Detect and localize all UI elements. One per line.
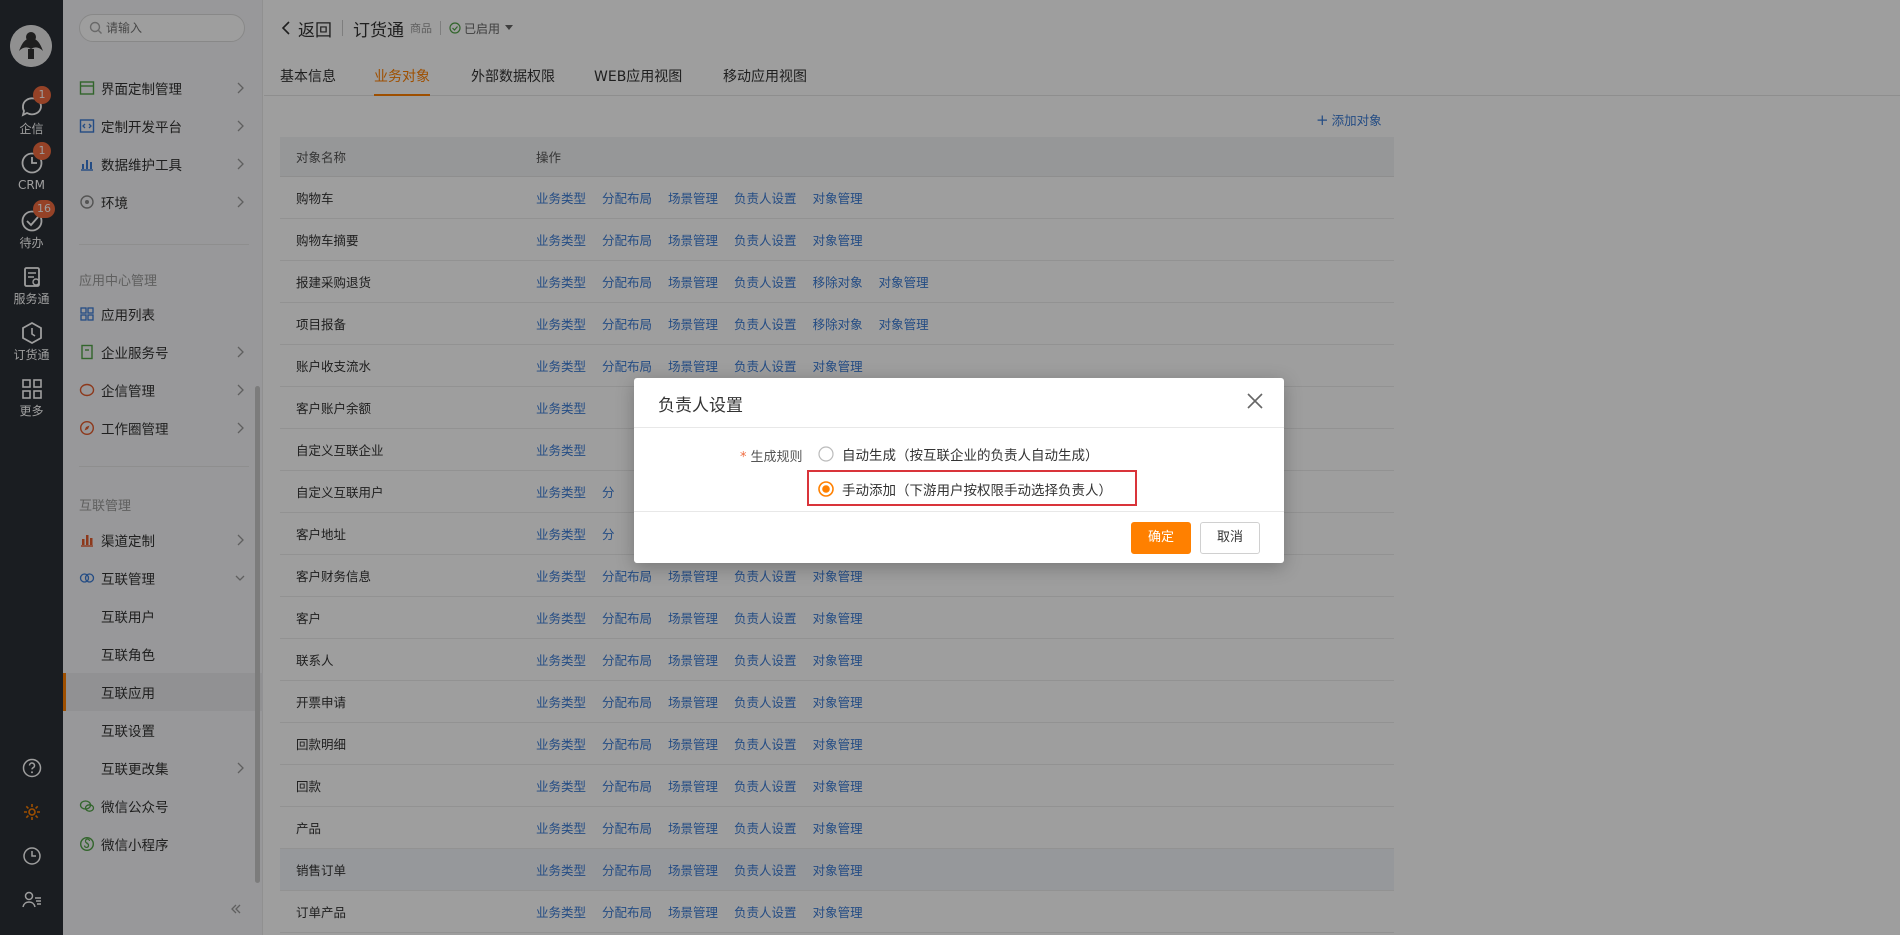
cancel-button[interactable]: 取消 [1200, 522, 1260, 554]
owner-settings-dialog: 负责人设置 * 生成规则 自动生成（按互联企业的负责人自动生成） 手动添加（下游用… [634, 378, 1284, 563]
close-icon[interactable] [1244, 390, 1266, 412]
radio-unchecked-icon [818, 446, 834, 462]
dialog-footer-divider [634, 511, 1284, 512]
radio-manual-add[interactable]: 手动添加（下游用户按权限手动选择负责人） [818, 479, 1112, 499]
radio-auto-generate[interactable]: 自动生成（按互联企业的负责人自动生成） [818, 444, 1099, 464]
dialog-title: 负责人设置 [658, 396, 743, 416]
dialog-header: 负责人设置 [634, 378, 1284, 428]
field-label: * 生成规则 [740, 446, 803, 465]
radio-label: 自动生成（按互联企业的负责人自动生成） [842, 448, 1099, 464]
confirm-button[interactable]: 确定 [1131, 522, 1191, 554]
field-label-text: 生成规则 [750, 450, 803, 465]
radio-label: 手动添加（下游用户按权限手动选择负责人） [842, 483, 1112, 499]
required-mark: * [740, 450, 747, 465]
radio-checked-icon [818, 481, 834, 497]
